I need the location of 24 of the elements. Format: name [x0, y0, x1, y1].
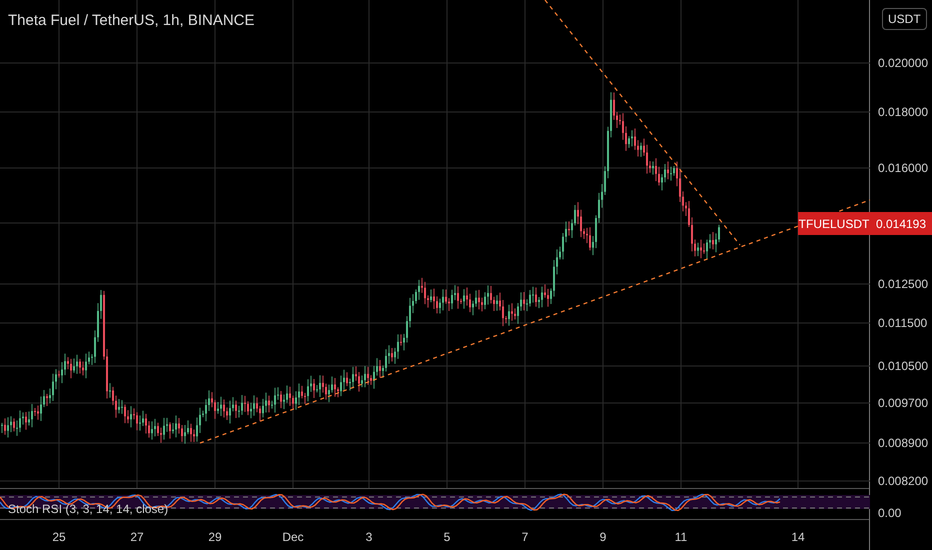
price-axis-label: 0.018000 — [878, 104, 928, 121]
time-axis-label: 14 — [791, 529, 805, 546]
time-axis-label: 7 — [522, 529, 528, 546]
price-axis-label: 0.008200 — [878, 473, 928, 490]
price-axis-label: 0.011500 — [878, 315, 928, 332]
price-axis-label: 0.012500 — [878, 276, 928, 293]
price-axis-label: 0.009700 — [878, 395, 928, 412]
time-axis-label: 5 — [444, 529, 450, 546]
time-axis-label: 29 — [208, 529, 222, 546]
price-axis-label: 0.010500 — [878, 358, 928, 375]
currency-button[interactable]: USDT — [882, 8, 927, 30]
price-axis-label: 0.016000 — [878, 160, 928, 177]
price-value-label: 0.014193 — [870, 212, 932, 235]
symbol-label: TFUELUSDT — [798, 212, 870, 235]
price-axis-label: 0.008900 — [878, 435, 928, 452]
time-axis-label: 27 — [130, 529, 144, 546]
price-axis-label: 0.020000 — [878, 55, 928, 72]
time-axis-label: 3 — [366, 529, 372, 546]
chart-title: Theta Fuel / TetherUS, 1h, BINANCE — [8, 11, 254, 31]
indicator-axis-label: 0.00 — [878, 505, 902, 522]
time-axis-label: 25 — [52, 529, 66, 546]
time-axis-label: Dec — [282, 529, 304, 546]
time-axis-label: 9 — [600, 529, 606, 546]
time-axis-label: 11 — [674, 529, 688, 546]
